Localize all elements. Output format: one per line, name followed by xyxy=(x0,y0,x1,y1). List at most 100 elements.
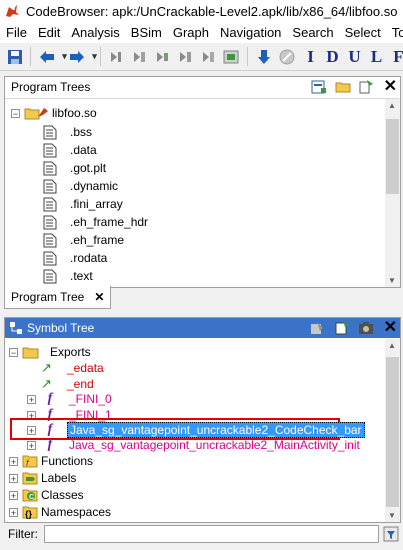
snapshot-icon[interactable] xyxy=(358,320,374,336)
stop-icon[interactable] xyxy=(278,48,295,65)
group-label: Functions xyxy=(41,454,94,468)
symbol-tree-header: Symbol Tree ✕ xyxy=(5,318,400,338)
forward-arrow-icon[interactable] xyxy=(68,48,85,65)
classes-row[interactable]: + C Classes xyxy=(9,486,84,504)
navigate-label-icon[interactable] xyxy=(199,48,216,65)
expand-icon[interactable]: + xyxy=(27,440,36,450)
open-folder-icon xyxy=(22,347,39,359)
section-file-icon xyxy=(43,269,57,283)
section-file-icon xyxy=(43,197,57,211)
classes-folder-icon: C xyxy=(22,489,38,502)
program-trees-title: Program Trees xyxy=(11,80,91,94)
menu-file[interactable]: File xyxy=(6,25,27,40)
tree-section-label: .got.plt xyxy=(70,161,107,175)
filter-input[interactable] xyxy=(44,525,380,543)
section-file-icon xyxy=(43,179,57,193)
tree-section-row[interactable]: .eh_frame xyxy=(43,231,124,249)
export-label: _edata xyxy=(67,361,104,375)
navigate-function-icon[interactable] xyxy=(176,48,193,65)
section-file-icon xyxy=(43,125,57,139)
navigate-symbol-icon[interactable] xyxy=(334,320,350,336)
navigate-data-icon[interactable] xyxy=(130,48,147,65)
symbol-tree-close-icon[interactable]: ✕ xyxy=(384,319,397,337)
expand-icon[interactable]: + xyxy=(9,456,18,466)
tree-section-row[interactable]: .dynamic xyxy=(43,177,118,195)
label-arrow-icon: ↗ xyxy=(41,360,52,375)
expand-icon[interactable]: + xyxy=(9,490,18,500)
toolbar: ▾ ▾ I D U L F xyxy=(0,43,403,71)
down-arrow-icon[interactable] xyxy=(255,48,272,65)
expand-icon[interactable]: + xyxy=(27,394,36,404)
filter-bar: Filter: xyxy=(4,523,399,545)
label-l-icon[interactable]: L xyxy=(368,47,385,66)
labels-folder-icon xyxy=(22,472,38,485)
navigate-instruction-icon[interactable] xyxy=(153,48,170,65)
filter-options-icon[interactable] xyxy=(383,526,399,542)
menu-navigation[interactable]: Navigation xyxy=(220,25,281,40)
program-trees-scrollbar[interactable]: ▲ ▼ xyxy=(385,99,400,287)
symbol-tree-icon xyxy=(10,322,22,334)
section-file-icon xyxy=(43,215,57,229)
export-label: _end xyxy=(67,377,94,391)
open-folder-icon[interactable] xyxy=(335,79,351,95)
merge-tree-icon[interactable] xyxy=(358,79,374,95)
edit-symbol-icon[interactable] xyxy=(309,320,325,336)
tab-close-icon[interactable]: ✕ xyxy=(94,290,104,304)
tree-section-row[interactable]: .eh_frame_hdr xyxy=(43,213,148,231)
undefine-u-icon[interactable]: U xyxy=(346,47,363,66)
namespaces-row[interactable]: + {} Namespaces xyxy=(9,503,111,521)
menu-graph[interactable]: Graph xyxy=(173,25,209,40)
group-label: Classes xyxy=(41,488,84,502)
symbol-tree-scrollbar[interactable]: ▲ ▼ xyxy=(385,339,400,522)
labels-row[interactable]: + Labels xyxy=(9,469,76,487)
tree-section-row[interactable]: .fini_array xyxy=(43,195,123,213)
tree-section-label: .eh_frame_hdr xyxy=(70,215,149,229)
symbol-tree-panel: Symbol Tree ✕ − Exports ↗ _edata ↗ _end … xyxy=(4,317,401,523)
tree-root-row[interactable]: − libfoo.so xyxy=(11,104,97,122)
open-tree-view-icon[interactable] xyxy=(311,79,327,95)
menu-select[interactable]: Select xyxy=(345,25,381,40)
tree-section-row[interactable]: .rodata xyxy=(43,249,107,267)
export-label: _FINI_0 xyxy=(69,392,112,406)
back-arrow-icon[interactable] xyxy=(38,48,55,65)
tree-section-label: .text xyxy=(70,269,93,283)
function-f-icon[interactable]: F xyxy=(390,47,403,66)
expand-icon[interactable]: + xyxy=(27,425,36,435)
group-label: Labels xyxy=(41,471,77,485)
svg-text:{}: {} xyxy=(25,509,33,519)
expand-icon[interactable]: + xyxy=(9,507,18,517)
menu-edit[interactable]: Edit xyxy=(38,25,60,40)
function-icon: f xyxy=(47,437,53,452)
data-d-icon[interactable]: D xyxy=(324,47,341,66)
exports-label: Exports xyxy=(50,345,91,359)
section-file-icon xyxy=(43,251,57,265)
svg-text:C: C xyxy=(29,494,34,501)
ghidra-dragon-icon xyxy=(6,5,19,17)
menu-bsim[interactable]: BSim xyxy=(131,25,162,40)
menu-bar: File Edit Analysis BSim Graph Navigation… xyxy=(0,22,403,43)
functions-row[interactable]: + f Functions xyxy=(9,452,93,470)
tab-program-tree[interactable]: Program Tree ✕ xyxy=(4,286,112,309)
save-icon[interactable] xyxy=(6,48,23,65)
tree-section-label: .eh_frame xyxy=(70,233,125,247)
tree-section-label: .bss xyxy=(70,125,93,139)
tree-section-row[interactable]: .bss xyxy=(43,123,92,141)
program-trees-close-icon[interactable]: ✕ xyxy=(384,78,397,96)
tree-section-row[interactable]: .got.plt xyxy=(43,159,106,177)
tree-root-label: libfoo.so xyxy=(52,106,97,120)
scrollbar-thumb[interactable] xyxy=(386,119,399,194)
tree-section-row[interactable]: .data xyxy=(43,141,97,159)
menu-tools[interactable]: Tools xyxy=(392,25,403,40)
menu-analysis[interactable]: Analysis xyxy=(71,25,119,40)
expand-icon[interactable]: + xyxy=(9,473,18,483)
menu-search[interactable]: Search xyxy=(292,25,333,40)
collapse-icon[interactable]: − xyxy=(11,108,20,118)
title-bar: CodeBrowser: apk:/UnCrackable-Level2.apk… xyxy=(0,0,403,22)
navigate-bookmark-icon[interactable] xyxy=(222,48,239,65)
scrollbar-thumb[interactable] xyxy=(386,357,399,507)
tree-section-row[interactable]: .text xyxy=(43,267,93,285)
collapse-icon[interactable]: − xyxy=(9,347,18,357)
functions-folder-icon: f xyxy=(22,455,38,468)
navigate-next-icon[interactable] xyxy=(107,48,124,65)
disassemble-i-icon[interactable]: I xyxy=(302,47,319,66)
